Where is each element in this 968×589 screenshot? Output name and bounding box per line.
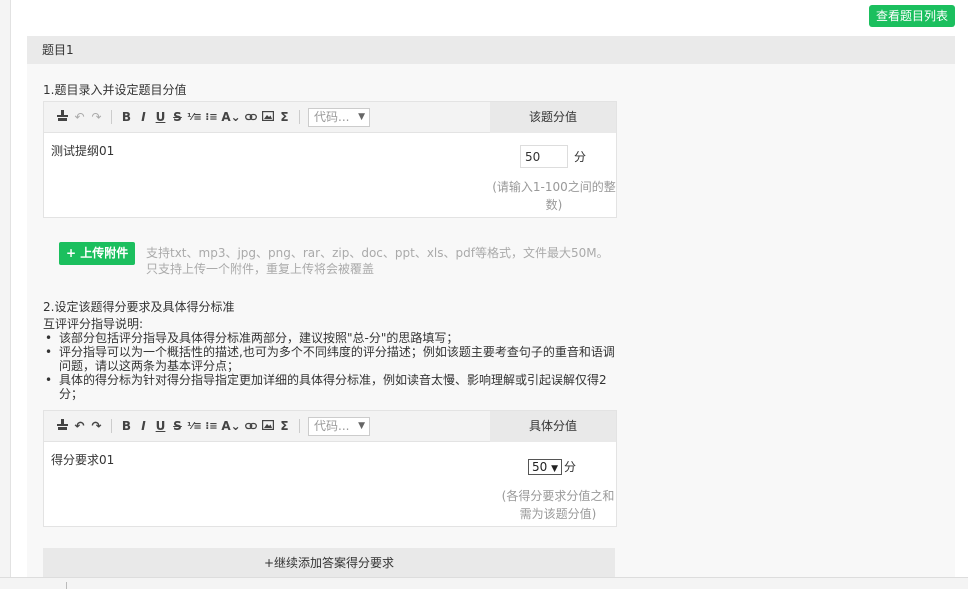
question-panel: 题目1 1.题目录入并设定题目分值 ↶ ↷ B I U S ⅟≡ ⁝≡ A⌄ Σ xyxy=(27,36,955,589)
undo-icon[interactable]: ↶ xyxy=(71,419,88,433)
requirement-content[interactable]: 得分要求01 xyxy=(51,451,114,468)
image-icon[interactable] xyxy=(259,419,276,433)
editor-toolbar: ↶ ↷ B I U S ⅟≡ ⁝≡ A⌄ Σ 代码... ▼ 该题分值 xyxy=(44,102,616,133)
undo-icon[interactable]: ↶ xyxy=(71,110,88,124)
question-editor: ↶ ↷ B I U S ⅟≡ ⁝≡ A⌄ Σ 代码... ▼ 该题分值 测试提纲… xyxy=(43,101,617,218)
underline-icon[interactable]: U xyxy=(152,419,169,433)
strikethrough-icon[interactable]: S xyxy=(169,419,186,433)
toolbar-divider xyxy=(299,419,300,433)
italic-icon[interactable]: I xyxy=(135,110,152,124)
requirement-editor-body[interactable]: 得分要求01 50 ▼ 分 (各得分要求分值之和需为该题分值) xyxy=(44,442,616,526)
link-icon[interactable] xyxy=(242,110,259,124)
strikethrough-icon[interactable]: S xyxy=(169,110,186,124)
chevron-down-icon: ▼ xyxy=(358,420,365,431)
upload-hint: 支持txt、mp3、jpg、png、rar、zip、doc、ppt、xls、pd… xyxy=(146,245,609,277)
question-score-hint: (请输入1-100之间的整数) xyxy=(492,180,616,212)
underline-icon[interactable]: U xyxy=(152,110,169,124)
section1-title: 1.题目录入并设定题目分值 xyxy=(43,83,187,97)
unordered-list-icon[interactable]: ⁝≡ xyxy=(203,421,220,432)
left-strip xyxy=(0,0,11,589)
ordered-list-icon[interactable]: ⅟≡ xyxy=(186,112,203,123)
ordered-list-icon[interactable]: ⅟≡ xyxy=(186,421,203,432)
code-select[interactable]: 代码... ▼ xyxy=(308,416,370,436)
link-icon[interactable] xyxy=(242,419,259,433)
scoring-guide: 互评评分指导说明: • 该部分包括评分指导及具体得分标准两部分，建议按照"总-分"… xyxy=(43,317,619,401)
requirement-score-header: 具体分值 xyxy=(490,411,616,442)
upload-attachment-button[interactable]: + 上传附件 xyxy=(59,242,136,265)
format-brush-icon[interactable] xyxy=(54,110,71,124)
question-content[interactable]: 测试提纲01 xyxy=(51,142,114,159)
guide-item: • 该部分包括评分指导及具体得分标准两部分，建议按照"总-分"的思路填写； xyxy=(45,331,459,345)
image-icon[interactable] xyxy=(259,110,276,124)
requirement-score-select[interactable]: 50 ▼ xyxy=(528,458,563,475)
editor-toolbar: ↶ ↷ B I U S ⅟≡ ⁝≡ A⌄ Σ 代码... ▼ 具体分值 xyxy=(44,411,616,442)
formula-icon[interactable]: Σ xyxy=(276,419,293,433)
code-select[interactable]: 代码... ▼ xyxy=(308,107,370,127)
question-title: 题目1 xyxy=(27,36,955,64)
scrollbar-divider xyxy=(66,582,67,589)
redo-icon[interactable]: ↷ xyxy=(88,419,105,433)
toolbar-divider xyxy=(299,110,300,124)
format-brush-icon[interactable] xyxy=(54,419,71,433)
question-score-input[interactable] xyxy=(520,145,568,168)
toolbar-divider xyxy=(111,419,112,433)
requirement-editor: ↶ ↷ B I U S ⅟≡ ⁝≡ A⌄ Σ 代码... ▼ 具体分值 得分要求… xyxy=(43,410,617,527)
guide-title: 互评评分指导说明: xyxy=(43,317,144,331)
question-score-control: 分 xyxy=(520,145,586,168)
question-editor-body[interactable]: 测试提纲01 分 (请输入1-100之间的整数) xyxy=(44,133,616,217)
italic-icon[interactable]: I xyxy=(135,419,152,433)
font-color-icon[interactable]: A⌄ xyxy=(220,110,242,124)
requirement-score-unit: 分 xyxy=(564,460,577,474)
upload-hint-line: 支持txt、mp3、jpg、png、rar、zip、doc、ppt、xls、pd… xyxy=(146,246,609,260)
redo-icon[interactable]: ↷ xyxy=(88,110,105,124)
add-requirement-button[interactable]: +继续添加答案得分要求 xyxy=(43,548,615,578)
view-question-list-button[interactable]: 查看题目列表 xyxy=(868,5,955,27)
formula-icon[interactable]: Σ xyxy=(276,110,293,124)
toolbar-divider xyxy=(111,110,112,124)
question-score-header: 该题分值 xyxy=(490,102,616,133)
bold-icon[interactable]: B xyxy=(118,110,135,124)
caret-down-icon: ▼ xyxy=(551,463,559,474)
section2-title: 2.设定该题得分要求及具体得分标准 xyxy=(43,300,235,314)
unordered-list-icon[interactable]: ⁝≡ xyxy=(203,112,220,123)
guide-item: • 评分指导可以为一个概括性的描述,也可为多个不同纬度的评分描述；例如该题主要考查… xyxy=(45,345,615,373)
guide-item: • 具体的得分标为针对得分指导指定更加详细的具体得分标准，例如读音太慢、影响理解或… xyxy=(45,373,607,401)
question-score-unit: 分 xyxy=(574,150,587,164)
chevron-down-icon: ▼ xyxy=(358,111,365,122)
bold-icon[interactable]: B xyxy=(118,419,135,433)
horizontal-scrollbar[interactable] xyxy=(0,577,968,589)
font-color-icon[interactable]: A⌄ xyxy=(220,419,242,433)
requirement-score-control: 50 ▼ 分 xyxy=(528,458,576,475)
requirement-score-hint: (各得分要求分值之和需为该题分值) xyxy=(501,489,615,521)
upload-hint-line: 只支持上传一个附件，重复上传将会被覆盖 xyxy=(146,262,375,276)
